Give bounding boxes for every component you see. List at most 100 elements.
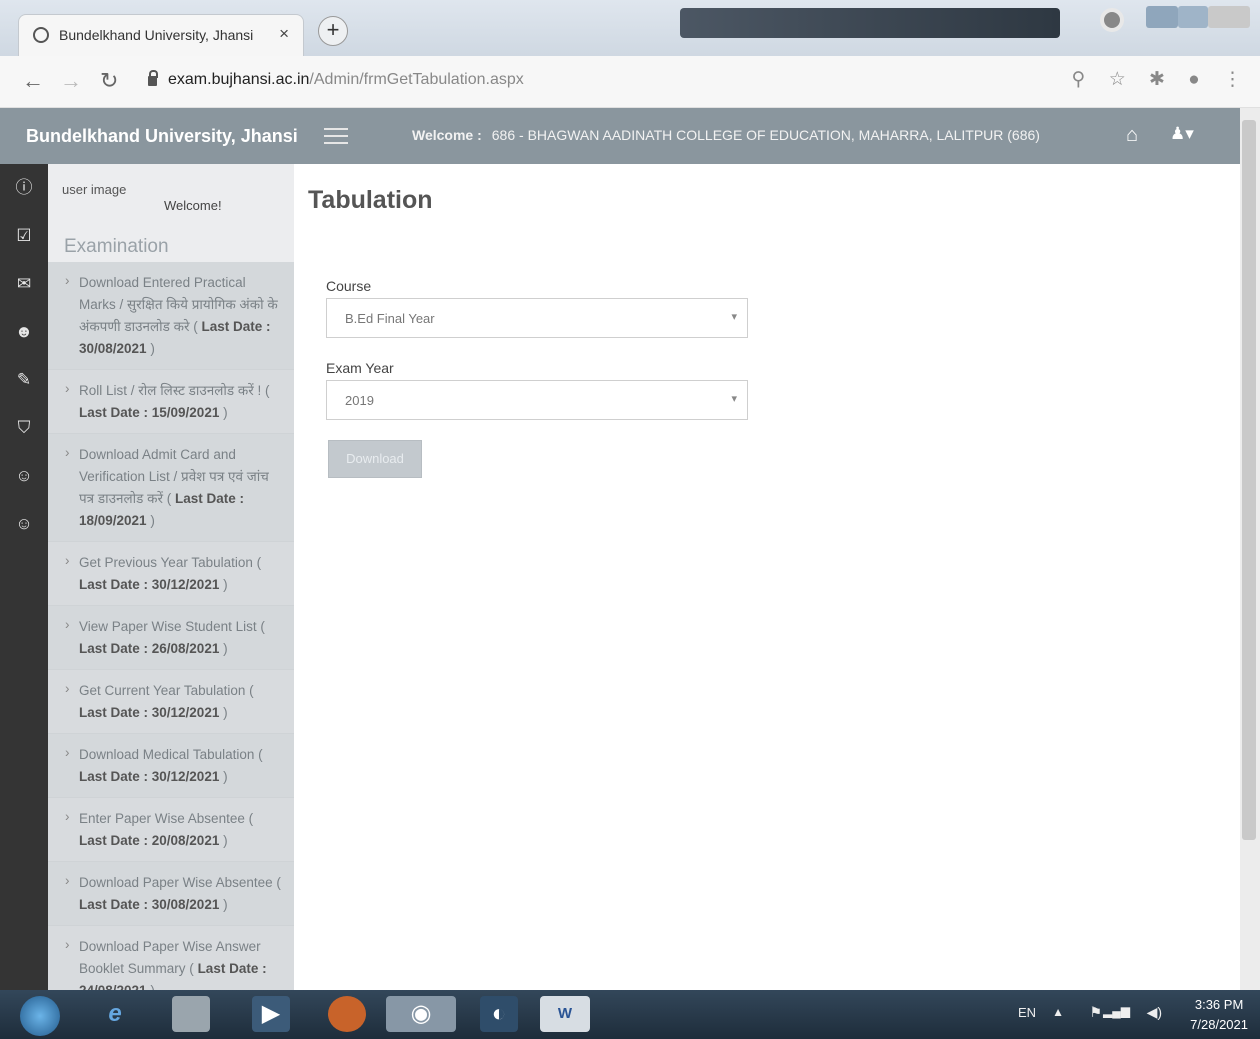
new-tab-button[interactable]: +: [318, 16, 348, 46]
menu-item-suffix: ): [223, 577, 228, 592]
icon-rail: ⓘ ☑ ✉ ☻ ✎ ⛉ ☺ ☺: [0, 164, 48, 990]
media-player-icon[interactable]: ▶: [252, 996, 290, 1032]
hamburger-menu-icon[interactable]: [324, 128, 348, 144]
main-content: Tabulation Course B.Ed Final Year ▾ Exam…: [294, 164, 1240, 990]
checkbox-icon[interactable]: ☑: [14, 226, 34, 246]
browser-tab[interactable]: Bundelkhand University, Jhansi ×: [18, 14, 304, 56]
network-icon[interactable]: ▂▄▆: [1103, 1004, 1130, 1018]
info-icon[interactable]: ⓘ: [14, 178, 34, 198]
download-button[interactable]: Download: [328, 440, 422, 478]
tab-title: Bundelkhand University, Jhansi: [59, 27, 254, 43]
maximize-button[interactable]: [1178, 6, 1208, 28]
user-image: user image: [62, 182, 127, 197]
menu-item-suffix: ): [223, 833, 228, 848]
taskbar: e ▶ ◉ ◐ W EN ▲ ⚑ ▂▄▆ ◀) 3:36 PM 7/28/202…: [0, 990, 1260, 1039]
edit-icon[interactable]: ✎: [14, 370, 34, 390]
menu-item-label: Get Previous Year Tabulation (: [79, 555, 262, 570]
more-menu-icon[interactable]: ⋮: [1223, 69, 1242, 90]
menu-item-last-date: Last Date : 20/08/2021: [79, 833, 220, 848]
chevron-down-icon: ▾: [731, 311, 737, 323]
sidebar-menu-item[interactable]: Download Paper Wise Answer Booklet Summa…: [48, 926, 294, 990]
reload-icon[interactable]: ↻: [100, 68, 118, 94]
smile-icon[interactable]: ☺: [14, 514, 34, 534]
sidebar-menu-item[interactable]: Enter Paper Wise Absentee ( Last Date : …: [48, 798, 294, 862]
back-arrow-icon[interactable]: ←: [22, 68, 44, 94]
sidebar-menu-item[interactable]: Get Previous Year Tabulation ( Last Date…: [48, 542, 294, 606]
url-host: exam.bujhansi.ac.in: [168, 71, 310, 88]
course-value: B.Ed Final Year: [345, 311, 435, 326]
word-icon[interactable]: W: [540, 996, 590, 1032]
sidebar-menu-item[interactable]: Roll List / रोल लिस्ट डाउनलोड करें ! ( L…: [48, 370, 294, 434]
menu-item-label: Download Medical Tabulation (: [79, 747, 263, 762]
internet-explorer-icon[interactable]: e: [96, 996, 134, 1032]
action-center-icon[interactable]: ⚑: [1089, 1004, 1102, 1021]
minimize-button[interactable]: [1146, 6, 1178, 28]
sidebar-welcome: Welcome!: [164, 198, 222, 213]
scrollbar-thumb[interactable]: [1242, 120, 1256, 840]
zoom-icon[interactable]: ⚲: [1072, 69, 1086, 90]
menu-item-label: Get Current Year Tabulation (: [79, 683, 254, 698]
menu-item-suffix: ): [223, 641, 228, 656]
sidebar-menu-item[interactable]: Download Admit Card and Verification Lis…: [48, 434, 294, 542]
sidebar-menu-item[interactable]: Download Entered Practical Marks / सुरक्…: [48, 262, 294, 370]
shield-icon[interactable]: ⛉: [14, 418, 34, 438]
file-explorer-icon[interactable]: [172, 996, 210, 1032]
home-icon[interactable]: ⌂: [1126, 124, 1138, 147]
tabstrip-background: [680, 8, 1060, 38]
menu-item-last-date: Last Date : 30/12/2021: [79, 769, 220, 784]
user-menu-icon[interactable]: ♟▾: [1170, 124, 1194, 144]
address-bar: ← → ↻ exam.bujhansi.ac.in/Admin/frmGetTa…: [0, 56, 1260, 108]
welcome-banner: Welcome : 686 - BHAGWAN AADINATH COLLEGE …: [412, 127, 1040, 143]
app-header: Bundelkhand University, Jhansi Welcome :…: [0, 108, 1240, 164]
sidebar-user-panel: user image Welcome! Examination: [48, 164, 294, 262]
window-close-button[interactable]: [1208, 6, 1250, 28]
users-icon[interactable]: ☻: [14, 322, 34, 342]
chevron-down-icon: ▾: [731, 393, 737, 405]
browser-tabstrip: Bundelkhand University, Jhansi × +: [0, 0, 1260, 56]
menu-item-suffix: ): [223, 705, 228, 720]
menu-item-suffix: ): [150, 341, 155, 356]
sidebar-menu: Download Entered Practical Marks / सुरक्…: [48, 262, 294, 990]
chrome-icon[interactable]: ◉: [386, 996, 456, 1032]
menu-item-last-date: Last Date : 30/08/2021: [79, 897, 220, 912]
profile-circle-icon[interactable]: [1100, 8, 1124, 32]
menu-item-last-date: Last Date : 30/12/2021: [79, 577, 220, 592]
bookmark-star-icon[interactable]: ☆: [1109, 69, 1126, 90]
menu-item-suffix: ): [223, 405, 228, 420]
menu-item-last-date: Last Date : 15/09/2021: [79, 405, 220, 420]
group-icon[interactable]: ☺: [14, 466, 34, 486]
menu-item-last-date: Last Date : 26/08/2021: [79, 641, 220, 656]
lock-icon[interactable]: [148, 70, 158, 86]
sidebar-menu-item[interactable]: View Paper Wise Student List ( Last Date…: [48, 606, 294, 670]
tray-expand-icon[interactable]: ▲: [1052, 1005, 1064, 1019]
menu-item-label: Roll List / रोल लिस्ट डाउनलोड करें ! (: [79, 383, 270, 398]
media-center-icon[interactable]: ◐: [480, 996, 518, 1032]
sidebar-menu-item[interactable]: Download Medical Tabulation ( Last Date …: [48, 734, 294, 798]
avatar[interactable]: ●: [1188, 69, 1199, 90]
volume-icon[interactable]: ◀): [1147, 1004, 1162, 1021]
exam-year-value: 2019: [345, 393, 374, 408]
course-select[interactable]: B.Ed Final Year ▾: [326, 298, 748, 338]
clock-date: 7/28/2021: [1190, 1017, 1248, 1032]
forward-arrow-icon[interactable]: →: [60, 68, 82, 94]
welcome-college: 686 - BHAGWAN AADINATH COLLEGE OF EDUCAT…: [491, 127, 1040, 143]
start-button[interactable]: [20, 996, 60, 1036]
tab-close-button[interactable]: ×: [279, 24, 289, 44]
sidebar-menu-item[interactable]: Get Current Year Tabulation ( Last Date …: [48, 670, 294, 734]
menu-item-last-date: Last Date : 30/12/2021: [79, 705, 220, 720]
url-field[interactable]: exam.bujhansi.ac.in/Admin/frmGetTabulati…: [168, 71, 524, 89]
language-indicator[interactable]: EN: [1018, 1005, 1036, 1020]
window-controls: [1100, 6, 1250, 34]
menu-item-suffix: ): [150, 513, 155, 528]
clock[interactable]: 3:36 PM 7/28/2021: [1190, 995, 1248, 1035]
exam-year-select[interactable]: 2019 ▾: [326, 380, 748, 420]
welcome-label: Welcome :: [412, 127, 482, 143]
comments-icon[interactable]: ✉: [14, 274, 34, 294]
sidebar-menu-item[interactable]: Download Paper Wise Absentee ( Last Date…: [48, 862, 294, 926]
extensions-icon[interactable]: ✱: [1149, 69, 1165, 90]
brand-title[interactable]: Bundelkhand University, Jhansi: [26, 126, 298, 147]
menu-item-label: Download Paper Wise Absentee (: [79, 875, 281, 890]
url-path: /Admin/frmGetTabulation.aspx: [309, 71, 524, 88]
menu-item-suffix: ): [150, 983, 155, 990]
firefox-icon[interactable]: [328, 996, 366, 1032]
